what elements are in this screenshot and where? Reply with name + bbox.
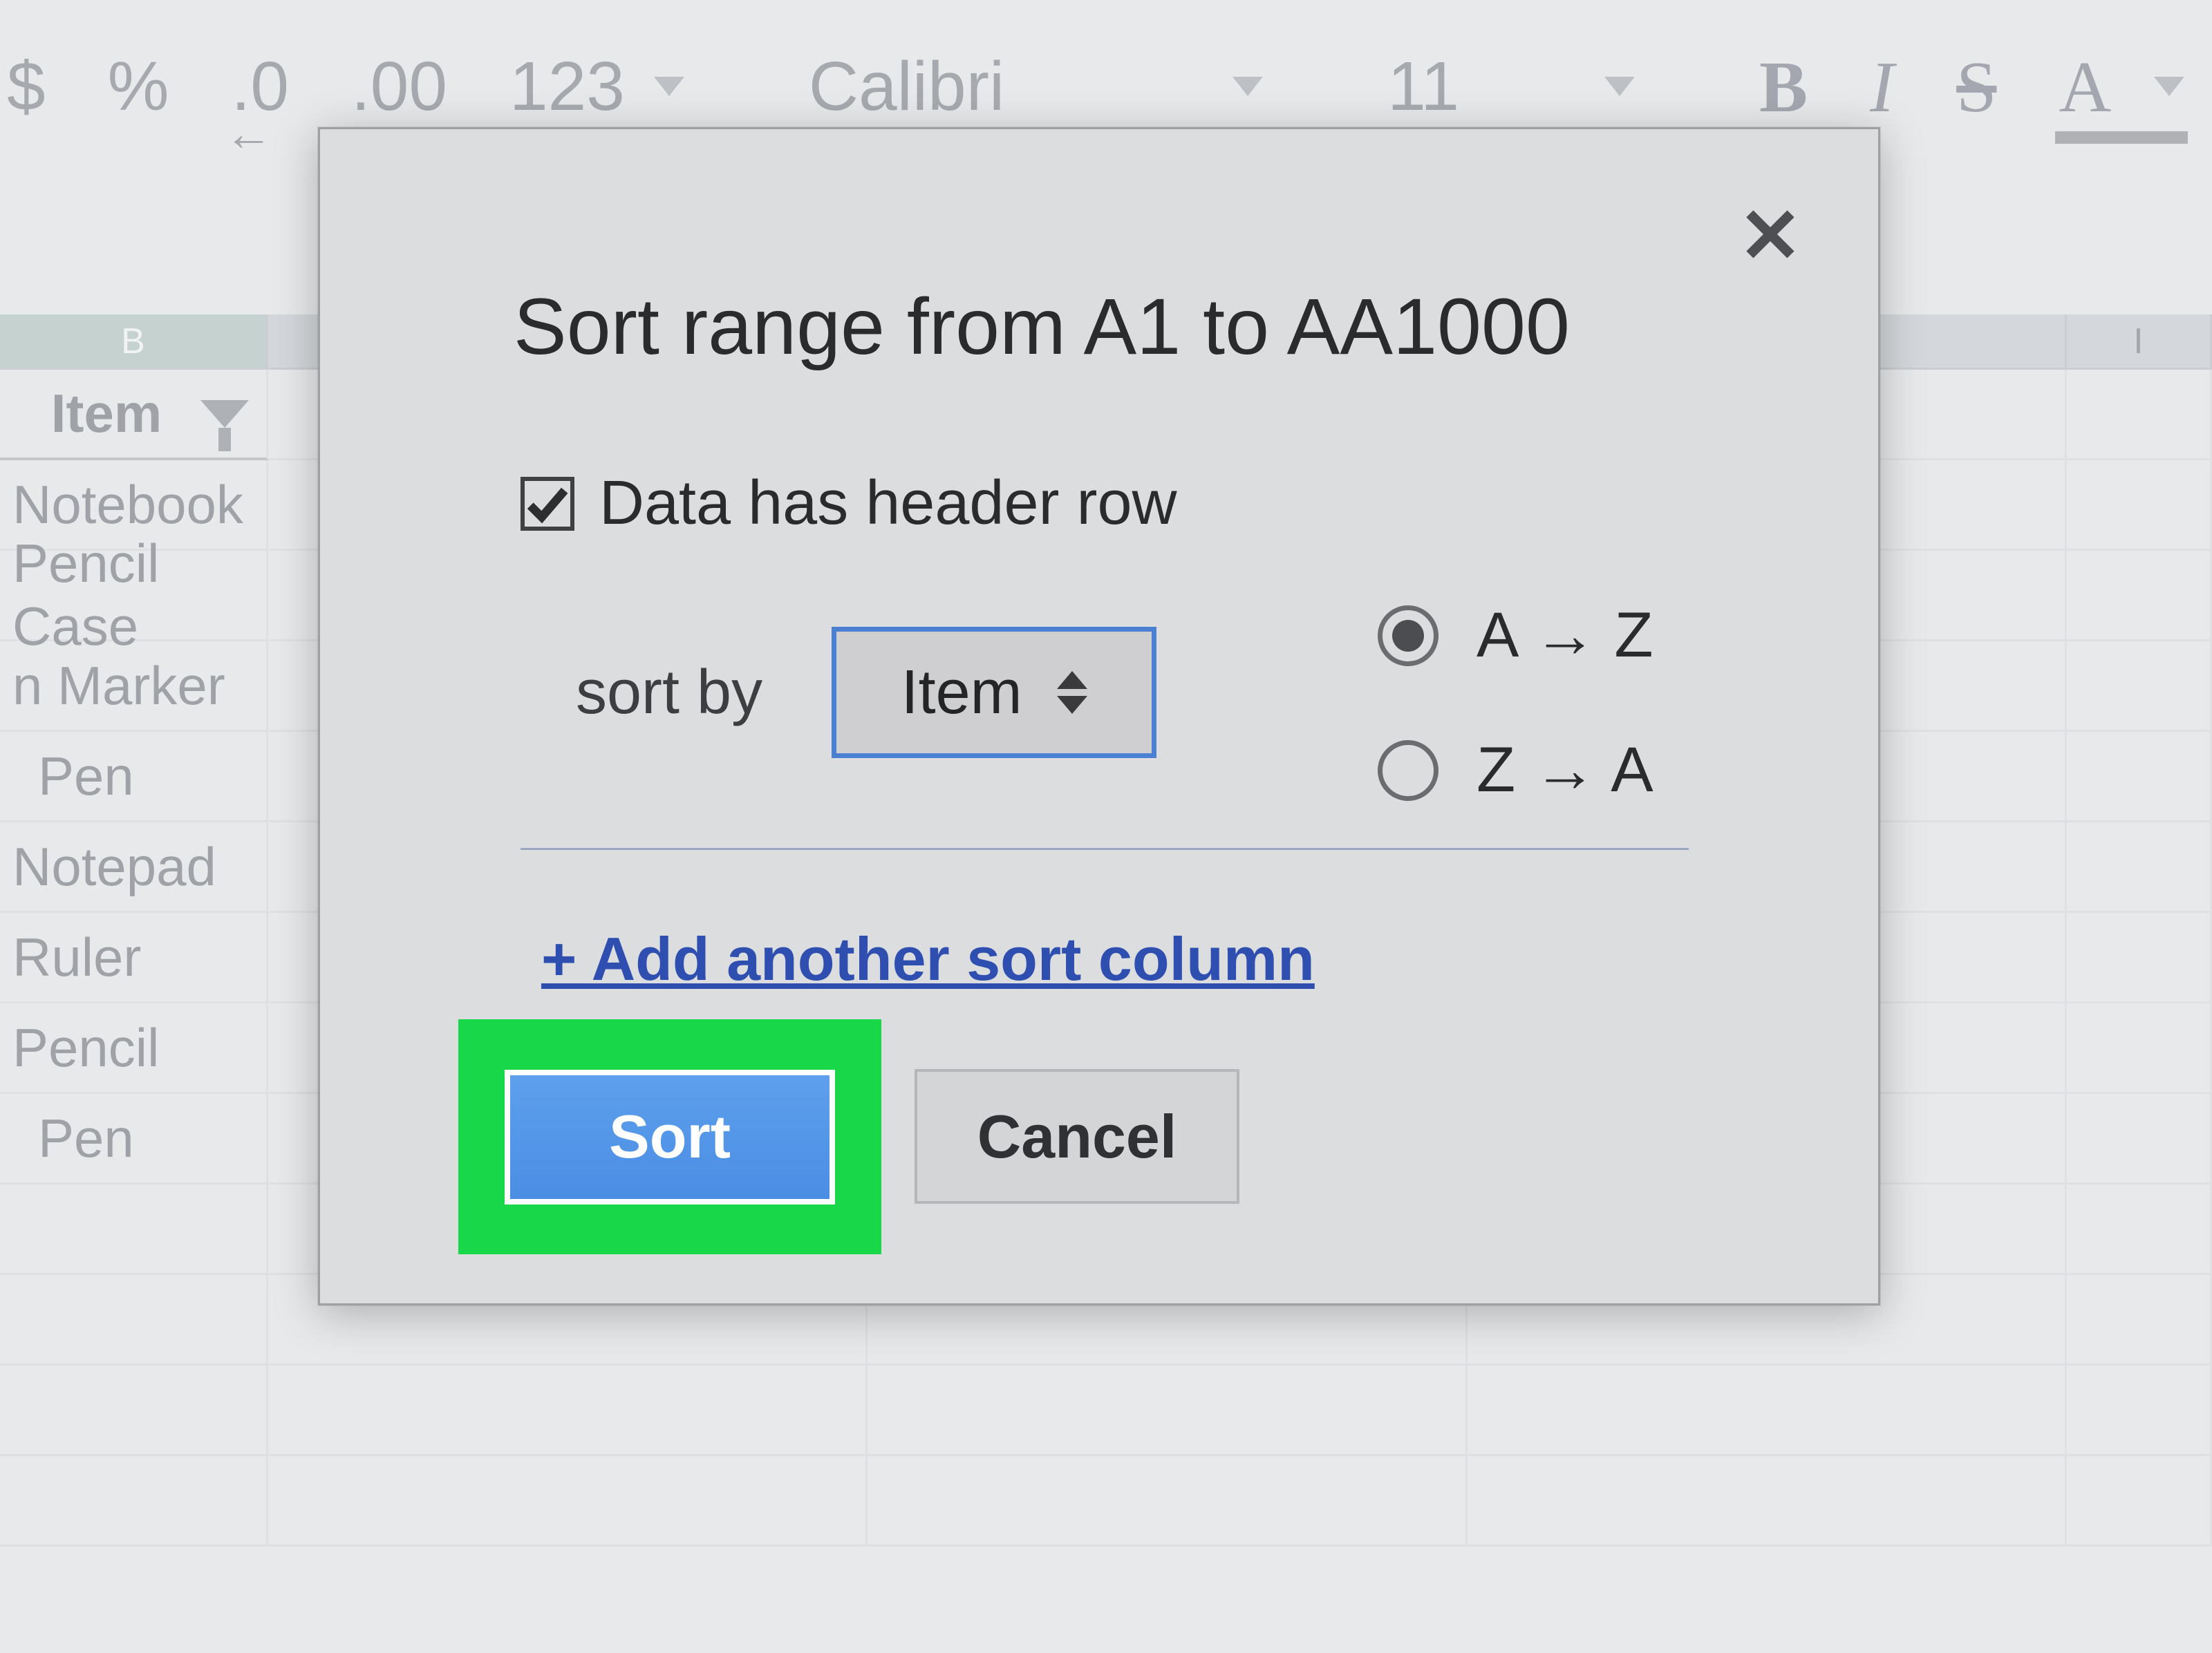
chevron-down-icon xyxy=(1604,77,1635,96)
select-stepper-icon xyxy=(1057,671,1087,714)
increase-decimal-button[interactable]: .00 → xyxy=(351,47,447,126)
close-button[interactable]: ✕ xyxy=(1738,198,1802,274)
chevron-down-icon xyxy=(1232,77,1263,96)
sort-column-value: Item xyxy=(901,657,1022,728)
cell[interactable]: Pencil Case xyxy=(0,551,268,641)
font-family-dropdown[interactable]: Calibri xyxy=(809,47,1263,126)
table-row xyxy=(0,1366,2212,1456)
strikethrough-button[interactable]: S xyxy=(1956,45,1996,129)
header-row-checkbox[interactable]: Data has header row xyxy=(521,468,1177,539)
sort-range-dialog: ✕ Sort range from A1 to AA1000 Data has … xyxy=(318,127,1880,1305)
add-sort-column-link[interactable]: + Add another sort column xyxy=(541,924,1315,994)
cell[interactable]: Pen xyxy=(0,1094,268,1184)
cancel-button[interactable]: Cancel xyxy=(915,1069,1239,1204)
cell[interactable]: Pen xyxy=(0,732,268,822)
radio-icon xyxy=(1378,740,1438,801)
sort-asc-radio[interactable]: A → Z xyxy=(1378,599,1653,672)
sort-desc-radio[interactable]: Z → A xyxy=(1378,734,1653,806)
decrease-decimal-button[interactable]: .0 ← xyxy=(232,47,289,126)
percent-format-button[interactable]: % xyxy=(108,47,169,126)
column-header-b[interactable]: B xyxy=(0,314,268,370)
cell[interactable]: Ruler xyxy=(0,913,268,1003)
radio-icon xyxy=(1378,605,1438,666)
sort-by-label: sort by xyxy=(576,657,762,728)
column-header-i[interactable]: I xyxy=(2067,314,2212,370)
divider xyxy=(521,848,1689,850)
checkbox-icon xyxy=(521,477,574,531)
close-icon: ✕ xyxy=(1738,193,1802,278)
sort-order-radio-group: A → Z Z → A xyxy=(1378,599,1653,806)
sort-desc-label: Z → A xyxy=(1477,734,1653,806)
font-size-dropdown[interactable]: 11 xyxy=(1387,47,1635,126)
header-row-checkbox-label: Data has header row xyxy=(599,468,1177,539)
text-color-swatch xyxy=(2055,131,2188,144)
header-cell-item: Item xyxy=(12,382,200,445)
chevron-down-icon xyxy=(654,77,684,96)
tutorial-highlight: Sort xyxy=(458,1019,881,1254)
italic-button[interactable]: I xyxy=(1870,45,1894,129)
chevron-down-icon xyxy=(2154,77,2184,96)
dialog-title: Sort range from A1 to AA1000 xyxy=(514,281,1570,372)
cell[interactable]: n Marker xyxy=(0,641,268,732)
text-color-button[interactable]: A xyxy=(2059,45,2184,129)
cell[interactable]: Pencil xyxy=(0,1003,268,1094)
currency-format-button[interactable]: $ xyxy=(7,47,46,126)
sort-asc-label: A → Z xyxy=(1477,599,1653,672)
filter-icon[interactable] xyxy=(200,400,249,428)
sort-column-select[interactable]: Item xyxy=(832,627,1156,758)
table-row xyxy=(0,1456,2212,1547)
bold-button[interactable]: B xyxy=(1759,45,1808,129)
sort-button[interactable]: Sort xyxy=(505,1070,835,1205)
number-format-dropdown[interactable]: 123 xyxy=(509,47,684,126)
cell[interactable]: Notepad xyxy=(0,822,268,913)
